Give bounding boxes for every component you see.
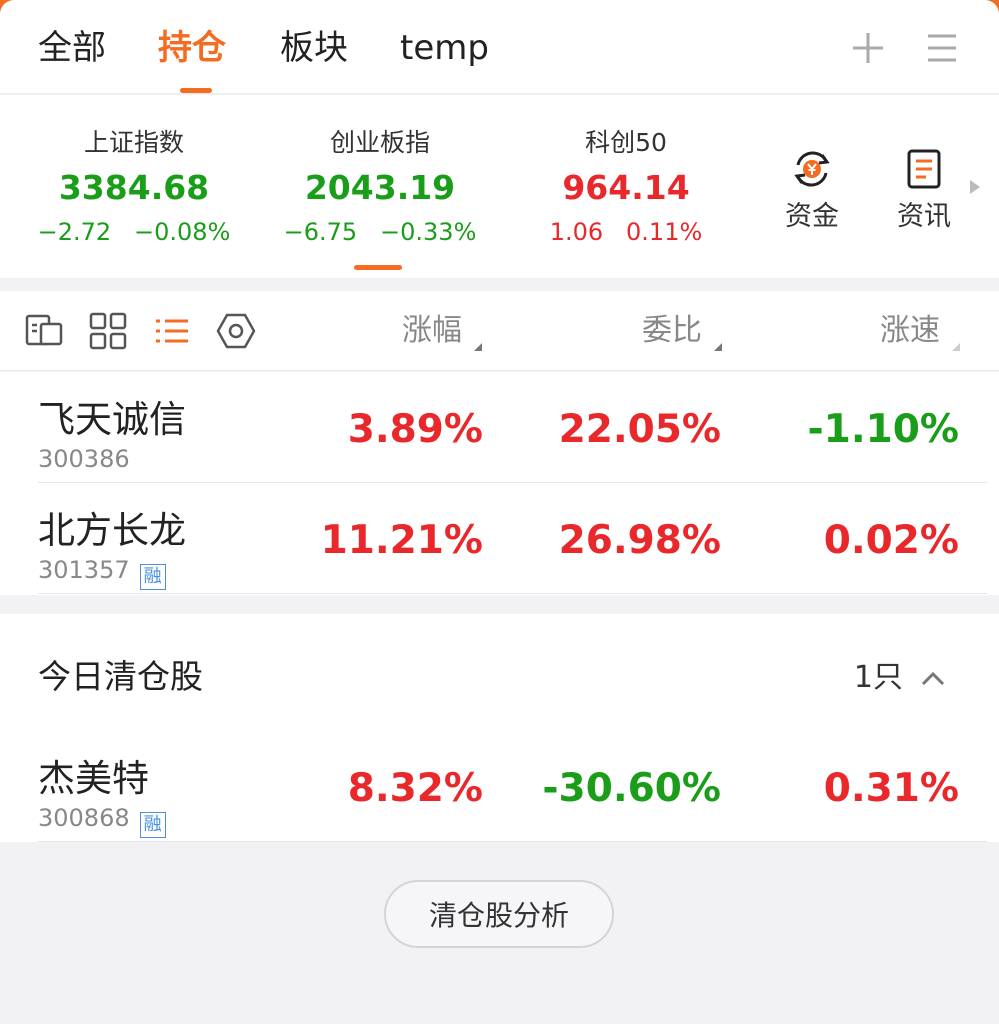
- news-doc-icon: [907, 149, 941, 189]
- column-bid-ratio[interactable]: 委比: [642, 309, 702, 353]
- active-tab-indicator: [180, 88, 212, 93]
- column-speed[interactable]: 涨速: [880, 309, 940, 353]
- tab-temp[interactable]: temp: [400, 26, 489, 70]
- stock-code: 300386: [38, 445, 130, 473]
- index-card-chinext[interactable]: 创业板指 2043.19 −6.75 −0.33%: [260, 125, 500, 249]
- index-active-indicator: [354, 265, 402, 270]
- index-name: 创业板指: [329, 128, 430, 157]
- tab-sectors[interactable]: 板块: [280, 26, 348, 70]
- speed-value: -1.10%: [807, 407, 960, 452]
- card-view-icon[interactable]: [24, 311, 64, 351]
- index-value: 2043.19: [304, 168, 456, 207]
- sort-icon: [714, 343, 722, 351]
- index-strip: 上证指数 3384.68 −2.72 −0.08% 创业板指 2043.19 −…: [0, 95, 999, 278]
- index-change: −2.72 −0.08%: [37, 218, 231, 246]
- chevron-up-icon[interactable]: [920, 666, 946, 692]
- bid-ratio-value: 26.98%: [558, 518, 721, 563]
- index-change: 1.06 0.11%: [549, 218, 703, 246]
- list-view-icon[interactable]: [152, 311, 192, 351]
- tab-holdings[interactable]: 持仓: [158, 26, 226, 70]
- stock-code: 300868 融: [38, 803, 166, 838]
- table-row[interactable]: 杰美特 300868 融 8.32% -30.60% 0.31%: [0, 731, 999, 842]
- change-value: 3.89%: [347, 407, 483, 452]
- tab-bar: 全部 持仓 板块 temp: [0, 0, 999, 94]
- row-divider: [38, 593, 987, 594]
- plus-icon[interactable]: [844, 24, 892, 72]
- index-value: 964.14: [562, 168, 690, 207]
- tab-all[interactable]: 全部: [38, 26, 106, 70]
- news-label: 资讯: [897, 201, 951, 232]
- cleared-count[interactable]: 1只: [854, 656, 903, 700]
- index-card-sse[interactable]: 上证指数 3384.68 −2.72 −0.08%: [14, 125, 254, 249]
- index-name: 科创50: [585, 128, 667, 157]
- index-value: 3384.68: [58, 168, 210, 207]
- menu-icon[interactable]: [918, 24, 966, 72]
- cleared-section: 今日清仓股 1只 杰美特 300868 融 8.32% -30.60% 0.31%: [0, 614, 999, 842]
- index-card-star50[interactable]: 科创50 964.14 1.06 0.11%: [506, 125, 746, 249]
- holdings-list: 飞天诚信 300386 3.89% 22.05% -1.10% 北方长龙 301…: [0, 372, 999, 595]
- index-change: −6.75 −0.33%: [283, 218, 477, 246]
- table-row[interactable]: 北方长龙 301357 融 11.21% 26.98% 0.02%: [0, 483, 999, 594]
- row-divider: [38, 841, 987, 842]
- margin-badge: 融: [139, 812, 166, 838]
- sort-icon: [474, 343, 482, 351]
- stock-code: 301357 融: [38, 555, 166, 590]
- cleared-title: 今日清仓股: [38, 657, 203, 696]
- margin-badge: 融: [139, 564, 166, 590]
- bid-ratio-value: 22.05%: [558, 407, 721, 452]
- stock-name: 杰美特: [38, 757, 149, 800]
- funds-label: 资金: [785, 201, 839, 232]
- grid-view-icon[interactable]: [88, 311, 128, 351]
- stock-name: 飞天诚信: [38, 398, 186, 441]
- index-name: 上证指数: [83, 128, 184, 157]
- yuan-cycle-icon: [794, 151, 830, 187]
- more-arrow-icon[interactable]: [970, 180, 980, 194]
- speed-value: 0.31%: [823, 766, 959, 811]
- sort-icon: [952, 343, 960, 351]
- speed-value: 0.02%: [823, 518, 959, 563]
- change-value: 11.21%: [320, 518, 483, 563]
- change-value: 8.32%: [347, 766, 483, 811]
- column-change[interactable]: 涨幅: [402, 309, 462, 353]
- cleared-analysis-button[interactable]: 清仓股分析: [384, 880, 614, 948]
- stock-name: 北方长龙: [38, 509, 186, 552]
- bid-ratio-value: -30.60%: [542, 766, 721, 811]
- funds-link[interactable]: 资金: [772, 147, 852, 237]
- settings-hex-icon[interactable]: [216, 311, 256, 351]
- column-header: 涨幅 委比 涨速: [0, 291, 999, 371]
- news-link[interactable]: 资讯: [884, 147, 964, 237]
- table-row[interactable]: 飞天诚信 300386 3.89% 22.05% -1.10%: [0, 372, 999, 483]
